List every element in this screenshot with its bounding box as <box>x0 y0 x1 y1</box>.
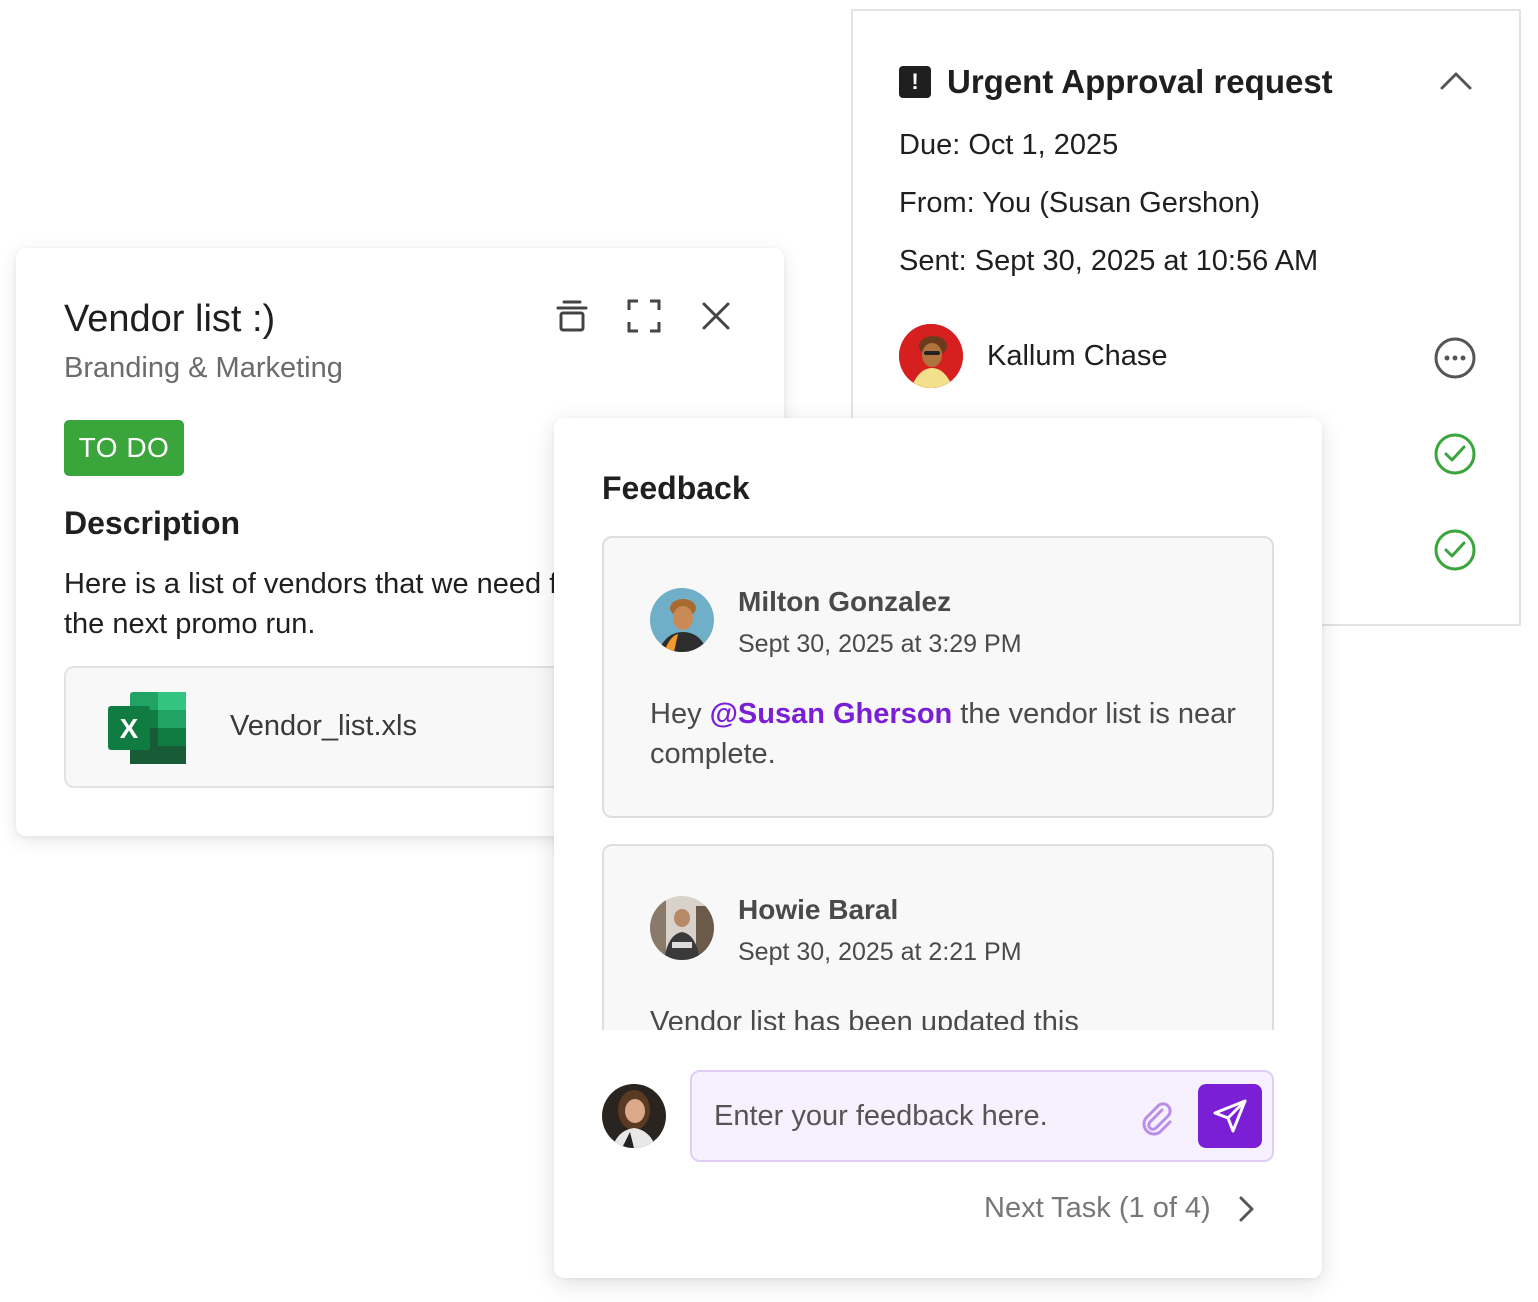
send-button[interactable] <box>1198 1084 1262 1148</box>
comments-list[interactable]: Milton Gonzalez Sept 30, 2025 at 3:29 PM… <box>602 536 1274 1030</box>
avatar <box>650 896 714 960</box>
description-heading: Description <box>64 505 241 541</box>
comment-card: Milton Gonzalez Sept 30, 2025 at 3:29 PM… <box>602 536 1274 818</box>
check-circle-icon <box>1434 529 1476 571</box>
feedback-composer <box>690 1070 1274 1162</box>
status-badge[interactable]: TO DO <box>64 420 184 476</box>
next-task-link[interactable]: Next Task (1 of 4) <box>984 1192 1259 1225</box>
feedback-title: Feedback <box>602 470 750 506</box>
approval-from: From: You (Susan Gershon) <box>899 187 1261 219</box>
svg-text:X: X <box>120 713 139 744</box>
alert-icon: ! <box>899 66 931 98</box>
current-user-avatar <box>602 1084 666 1148</box>
approval-sent: Sent: Sept 30, 2025 at 10:56 AM <box>899 245 1319 277</box>
approval-title: Urgent Approval request <box>947 63 1333 100</box>
approval-due-date: Due: Oct 1, 2025 <box>899 129 1119 161</box>
avatar <box>899 324 963 388</box>
feedback-input[interactable] <box>714 1092 1114 1140</box>
approval-header: ! Urgent Approval request <box>899 63 1333 101</box>
comment-text-prefix: Hey <box>650 698 710 730</box>
expand-icon[interactable] <box>626 298 662 334</box>
comment-author: Milton Gonzalez <box>738 586 952 617</box>
task-project: Branding & Marketing <box>64 352 343 384</box>
approver-name: Kallum Chase <box>987 339 1168 372</box>
feedback-panel: Feedback Milton Gonzalez Sept 30, 2025 a… <box>554 418 1322 1278</box>
comment-text: Vendor list has been updated this <box>650 1006 1079 1030</box>
chevron-up-icon[interactable] <box>1439 67 1473 93</box>
chevron-right-icon <box>1239 1196 1254 1221</box>
approver-row: Kallum Chase <box>899 324 1168 388</box>
send-icon <box>1213 1099 1247 1133</box>
more-horizontal-icon[interactable] <box>1433 336 1477 380</box>
task-title: Vendor list :) <box>64 298 276 340</box>
comment-author: Howie Baral <box>738 894 899 925</box>
comment-timestamp: Sept 30, 2025 at 2:21 PM <box>738 938 1022 966</box>
comment-timestamp: Sept 30, 2025 at 3:29 PM <box>738 630 1022 658</box>
excel-icon: X <box>108 692 186 764</box>
attachment-file-name: Vendor_list.xls <box>230 710 417 742</box>
close-icon[interactable] <box>698 298 734 334</box>
paperclip-icon[interactable] <box>1136 1098 1174 1136</box>
comment-text: Hey @Susan Gherson the vendor list is ne… <box>650 694 1240 774</box>
comment-card: Howie Baral Sept 30, 2025 at 2:21 PM Ven… <box>602 844 1274 1030</box>
description-text: Here is a list of vendors that we need f… <box>64 568 584 640</box>
trash-icon[interactable] <box>554 298 590 334</box>
next-task-label: Next Task (1 of 4) <box>984 1192 1211 1224</box>
user-mention[interactable]: @Susan Gherson <box>710 698 953 730</box>
check-circle-icon <box>1434 433 1476 475</box>
avatar <box>650 588 714 652</box>
